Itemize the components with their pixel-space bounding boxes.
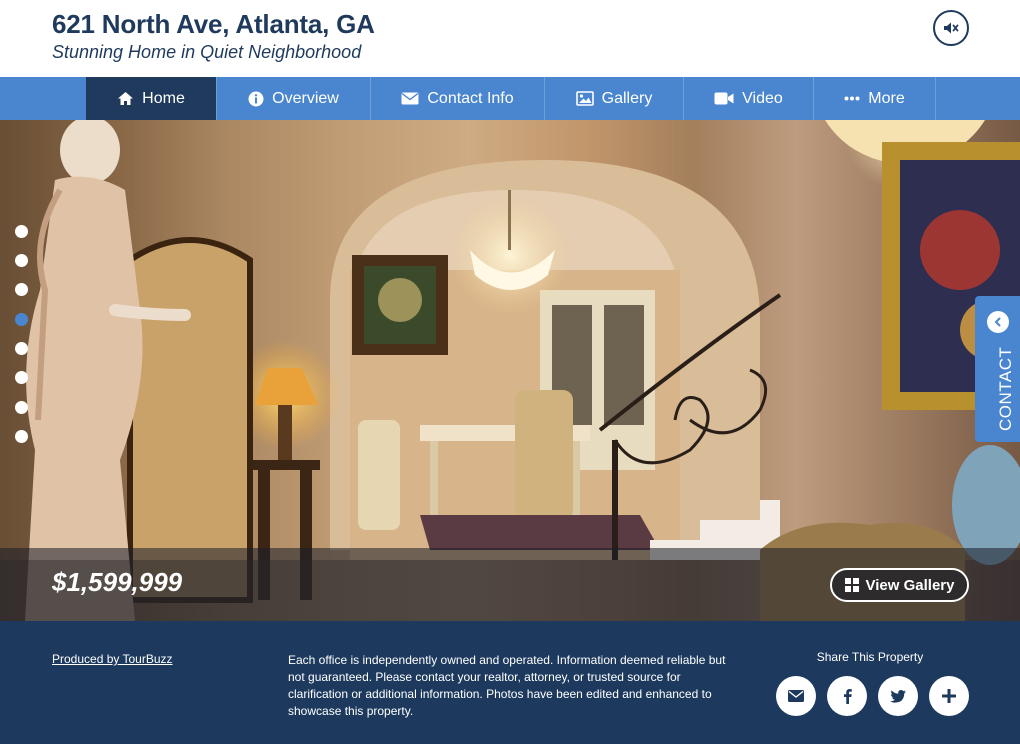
contact-side-tab[interactable]: CONTACT — [975, 296, 1020, 442]
slide-dot-2[interactable] — [15, 254, 28, 267]
produced-by-link[interactable]: Produced by TourBuzz — [52, 652, 173, 666]
nav-contact-info[interactable]: Contact Info — [370, 77, 544, 120]
slide-dot-3[interactable] — [15, 283, 28, 296]
nav-contact-info-label: Contact Info — [427, 89, 514, 107]
hero-photo[interactable]: $1,599,999 View Gallery — [0, 120, 1020, 621]
slide-dot-6[interactable] — [15, 371, 28, 384]
header: 621 North Ave, Atlanta, GA Stunning Home… — [0, 0, 1020, 77]
envelope-icon — [401, 92, 419, 105]
property-subtitle: Stunning Home in Quiet Neighborhood — [52, 42, 362, 62]
twitter-icon — [890, 689, 906, 703]
nav-home-label: Home — [142, 89, 185, 107]
hero-photo-illustration — [0, 120, 1020, 621]
contact-tab-label: CONTACT — [995, 346, 1015, 431]
share-title: Share This Property — [816, 650, 924, 664]
main-nav: Home Overview Contact Info Gallery Video — [0, 77, 1020, 120]
slide-dot-4[interactable] — [15, 313, 28, 326]
plus-icon — [942, 689, 956, 703]
nav-overview[interactable]: Overview — [216, 77, 370, 120]
disclaimer-text: Each office is independently owned and o… — [288, 653, 726, 718]
envelope-icon — [788, 690, 804, 702]
nav-more[interactable]: More — [813, 77, 935, 120]
ellipsis-icon — [844, 96, 860, 101]
slide-dot-7[interactable] — [15, 401, 28, 414]
nav-gallery[interactable]: Gallery — [544, 77, 683, 120]
facebook-icon — [843, 689, 852, 704]
price-text: $1,599,999 — [52, 567, 183, 597]
nav-home[interactable]: Home — [86, 77, 216, 120]
view-gallery-label: View Gallery — [865, 576, 955, 594]
nav-video[interactable]: Video — [683, 77, 813, 120]
footer: Produced by TourBuzz Each office is inde… — [0, 621, 1020, 744]
share-facebook-button[interactable] — [827, 676, 867, 716]
slide-dot-8[interactable] — [15, 430, 28, 443]
home-icon — [118, 92, 134, 105]
share-twitter-button[interactable] — [878, 676, 918, 716]
nav-spacer — [935, 77, 1020, 120]
nav-more-label: More — [868, 89, 905, 107]
grid-icon — [844, 578, 859, 592]
nav-overview-label: Overview — [272, 89, 339, 107]
image-icon — [575, 91, 594, 106]
property-title: 621 North Ave, Atlanta, GA — [52, 9, 375, 39]
share-more-button[interactable] — [929, 676, 969, 716]
view-gallery-button[interactable]: View Gallery — [830, 568, 969, 602]
info-icon — [248, 91, 264, 106]
slide-dot-1[interactable] — [15, 225, 28, 238]
video-camera-icon — [714, 92, 734, 105]
nav-gallery-label: Gallery — [601, 89, 653, 107]
nav-video-label: Video — [742, 89, 783, 107]
slide-dot-5[interactable] — [15, 342, 28, 355]
speaker-mute-icon — [944, 22, 959, 34]
mute-button[interactable] — [933, 10, 969, 46]
share-email-button[interactable] — [776, 676, 816, 716]
